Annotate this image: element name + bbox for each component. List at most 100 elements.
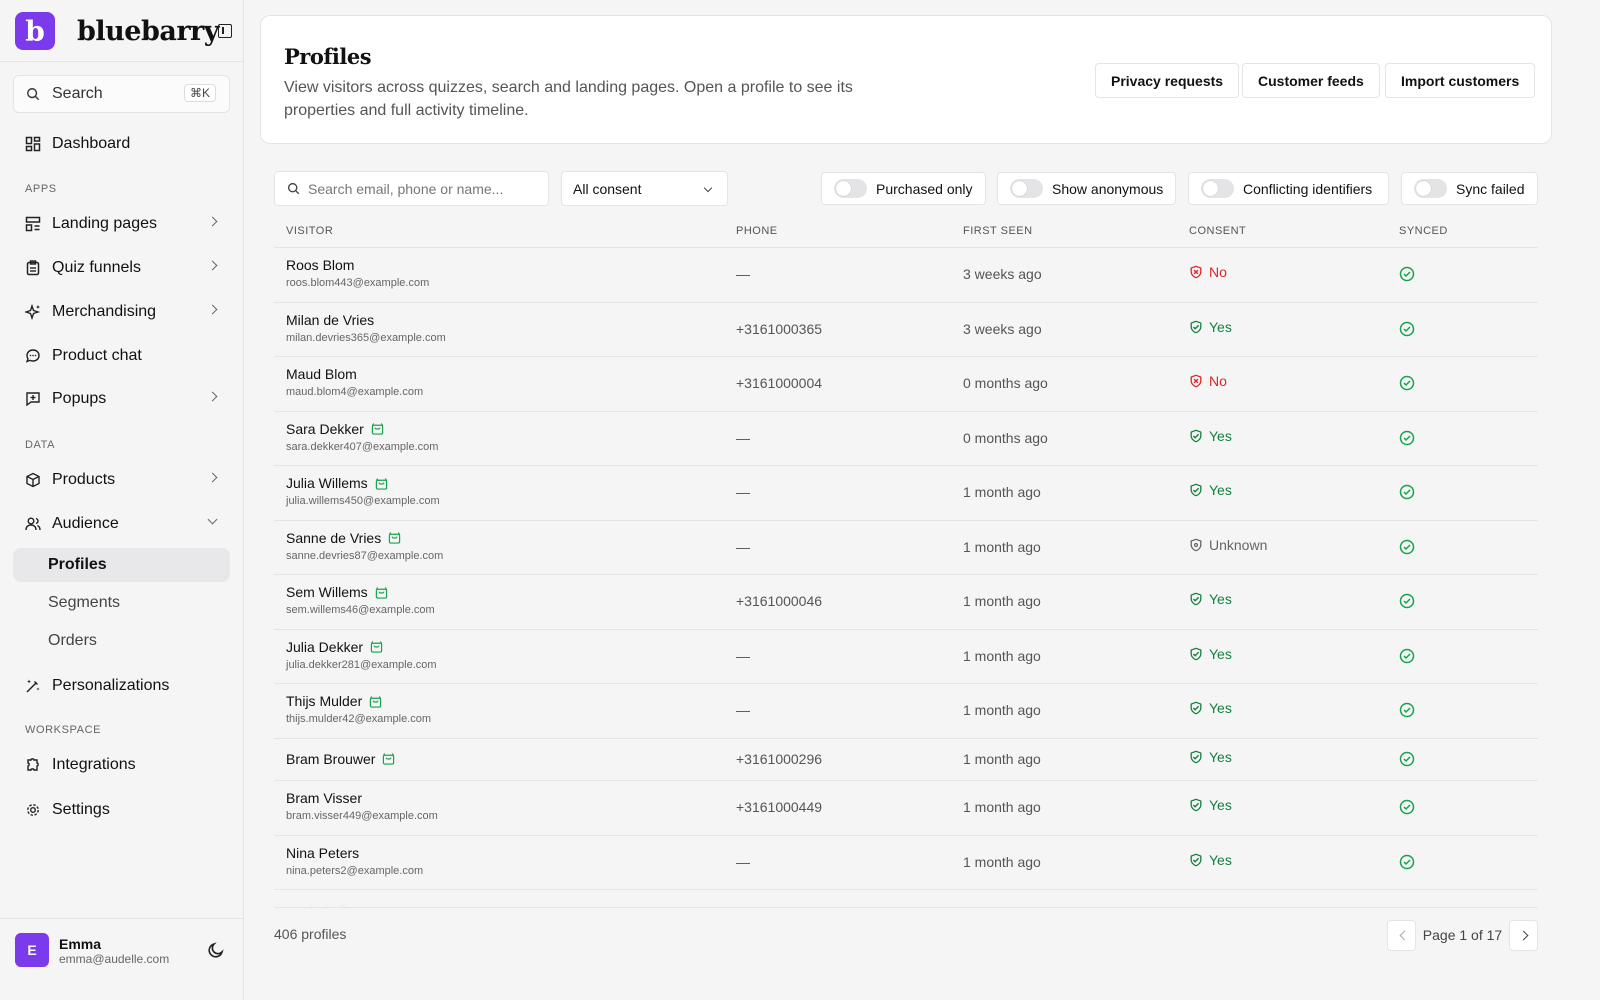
- consent-select[interactable]: All consent: [561, 171, 728, 206]
- sidebar-toggle-icon[interactable]: [218, 24, 232, 38]
- nav-product-chat[interactable]: Product chat: [13, 338, 230, 374]
- chevron-right-icon: [207, 304, 218, 315]
- column-consent[interactable]: CONSENT: [1189, 225, 1246, 237]
- import-customers-button[interactable]: Import customers: [1385, 63, 1536, 98]
- visitor-name[interactable]: Sem Willems: [286, 584, 388, 600]
- gear-icon: [27, 804, 39, 816]
- shield-yes-icon: [1190, 750, 1202, 764]
- switch[interactable]: [1010, 179, 1043, 198]
- profiles-table: VISITOR PHONE FIRST SEEN CONSENT SYNCED …: [274, 215, 1538, 907]
- search-shortcut: ⌘K: [183, 84, 216, 102]
- table-row[interactable]: Sanne de Vries sanne.devries87@example.co…: [274, 521, 1538, 575]
- nav-quiz-funnels[interactable]: Quiz funnels: [13, 250, 230, 286]
- consent-status: Yes: [1189, 749, 1232, 765]
- chevron-right-icon: [207, 216, 218, 227]
- nav-popups[interactable]: Popups: [13, 381, 230, 417]
- table-row[interactable]: Sara Dekker sara.dekker407@example.com — 0 …: [274, 412, 1538, 466]
- column-first-seen[interactable]: FIRST SEEN: [963, 225, 1033, 237]
- visitor-name[interactable]: Julia Willems: [286, 475, 388, 491]
- next-page-button[interactable]: [1509, 919, 1538, 951]
- visitor-phone: —: [736, 702, 750, 719]
- synced-check-icon: [1399, 485, 1415, 500]
- table-row[interactable]: Thijs Mulder thijs.mulder42@example.com — 1…: [274, 684, 1538, 739]
- synced-check-icon: [1399, 854, 1415, 869]
- nav-segments[interactable]: Segments: [13, 586, 230, 620]
- first-seen: 1 month ago: [963, 538, 1041, 555]
- sparkles-icon: [25, 304, 41, 320]
- table-row[interactable]: Bram Visser bram.visser449@example.com +31…: [274, 781, 1538, 836]
- toggle-show-anonymous[interactable]: Show anonymous: [997, 172, 1176, 205]
- column-visitor[interactable]: VISITOR: [286, 225, 333, 237]
- switch[interactable]: [1201, 179, 1234, 198]
- layout-icon: [25, 216, 41, 232]
- visitor-name[interactable]: Bram Brouwer: [286, 751, 395, 767]
- toggle-label: Conflicting identifiers: [1243, 180, 1373, 197]
- sidebar-search[interactable]: Search ⌘K: [13, 75, 230, 113]
- table-row[interactable]: Maud Blom maud.blom4@example.com +31610000…: [274, 357, 1538, 412]
- nav-settings[interactable]: Settings: [13, 792, 230, 828]
- nav-orders[interactable]: Orders: [13, 624, 230, 658]
- visitor-name[interactable]: Julia Dekker: [286, 639, 383, 655]
- nav-personalizations[interactable]: Personalizations: [13, 668, 230, 704]
- switch[interactable]: [1414, 179, 1447, 198]
- visitor-name[interactable]: Roos Blom: [286, 257, 354, 273]
- nav-product-chat-label: Product chat: [52, 347, 142, 364]
- column-synced[interactable]: SYNCED: [1399, 225, 1448, 237]
- visitor-phone: +3161000296: [736, 750, 823, 767]
- brand[interactable]: b bluebarry: [15, 12, 219, 50]
- brand-logo: b: [15, 12, 55, 50]
- nav-merchandising[interactable]: Merchandising: [13, 294, 230, 330]
- privacy-requests-button[interactable]: Privacy requests: [1095, 63, 1240, 98]
- nav-dashboard[interactable]: Dashboard: [13, 126, 230, 162]
- nav-popups-label: Popups: [52, 390, 107, 407]
- profile-search-input[interactable]: [308, 180, 538, 197]
- synced-check-icon: [1399, 376, 1415, 391]
- nav-profiles[interactable]: Profiles: [13, 548, 230, 582]
- nav-profiles-label: Profiles: [48, 556, 107, 573]
- table-row[interactable]: Bram Brouwer +3161000296 1 month ago Yes: [274, 739, 1538, 781]
- visitor-name[interactable]: Sara Dekker: [286, 421, 384, 437]
- visitor-name[interactable]: Bram Visser: [286, 790, 362, 806]
- table-row[interactable]: Julia Dekker julia.dekker281@example.com —…: [274, 630, 1538, 684]
- user-menu[interactable]: E Emma emma@audelle.com: [0, 918, 244, 1000]
- consent-status: Yes: [1189, 797, 1232, 813]
- visitor-name[interactable]: Thijs Mulder: [286, 693, 382, 709]
- nav-products[interactable]: Products: [13, 462, 230, 498]
- visitor-name[interactable]: Maud Blom: [286, 366, 357, 382]
- shopping-bag-icon: [375, 586, 387, 599]
- visitor-name[interactable]: Milan de Vries: [286, 312, 374, 328]
- visitor-name[interactable]: Sanne de Vries: [286, 530, 401, 546]
- nav-audience[interactable]: Audience: [13, 506, 230, 542]
- nav-integrations[interactable]: Integrations: [13, 747, 230, 783]
- shopping-bag-icon: [370, 695, 382, 708]
- page-indicator: Page 1 of 17: [1422, 927, 1503, 943]
- table-row[interactable]: Sem Willems sem.willems46@example.com +316…: [274, 575, 1538, 630]
- toggle-sync-failed[interactable]: Sync failed: [1401, 172, 1538, 205]
- toggle-label: Show anonymous: [1052, 180, 1164, 197]
- consent-status: Yes: [1189, 319, 1232, 335]
- shopping-bag-icon: [375, 477, 387, 490]
- toggle-conflicting-identifiers[interactable]: Conflicting identifiers: [1188, 172, 1389, 205]
- consent-select-value: All consent: [573, 180, 642, 197]
- table-row[interactable]: Nina Peters nina.peters2@example.com — 1 mo…: [274, 836, 1538, 890]
- visitor-email: milan.devries365@example.com: [286, 331, 446, 344]
- first-seen: 1 month ago: [963, 647, 1041, 664]
- shopping-bag-icon: [389, 532, 401, 544]
- table-row[interactable]: Milan de Vries milan.devries365@example.c…: [274, 303, 1538, 357]
- toggle-label: Sync failed: [1456, 180, 1525, 197]
- nav-landing-pages[interactable]: Landing pages: [13, 206, 230, 242]
- table-row[interactable]: Roos Blom roos.blom443@example.com — 3 week…: [274, 248, 1538, 303]
- clipboard-icon: [26, 260, 40, 276]
- switch[interactable]: [834, 179, 867, 198]
- first-seen: 0 months ago: [963, 375, 1048, 392]
- customer-feeds-button[interactable]: Customer feeds: [1242, 63, 1380, 98]
- visitor-name[interactable]: Nina Peters: [286, 845, 359, 861]
- column-phone[interactable]: PHONE: [736, 225, 778, 237]
- search-icon: [287, 182, 300, 195]
- table-row[interactable]: Julia Willems julia.willems450@example.co…: [274, 466, 1538, 521]
- profile-search[interactable]: [274, 171, 549, 206]
- moon-icon[interactable]: [207, 941, 225, 959]
- shield-yes-icon: [1190, 320, 1202, 334]
- toggle-purchased-only[interactable]: Purchased only: [821, 172, 986, 205]
- previous-page-button[interactable]: [1387, 919, 1416, 951]
